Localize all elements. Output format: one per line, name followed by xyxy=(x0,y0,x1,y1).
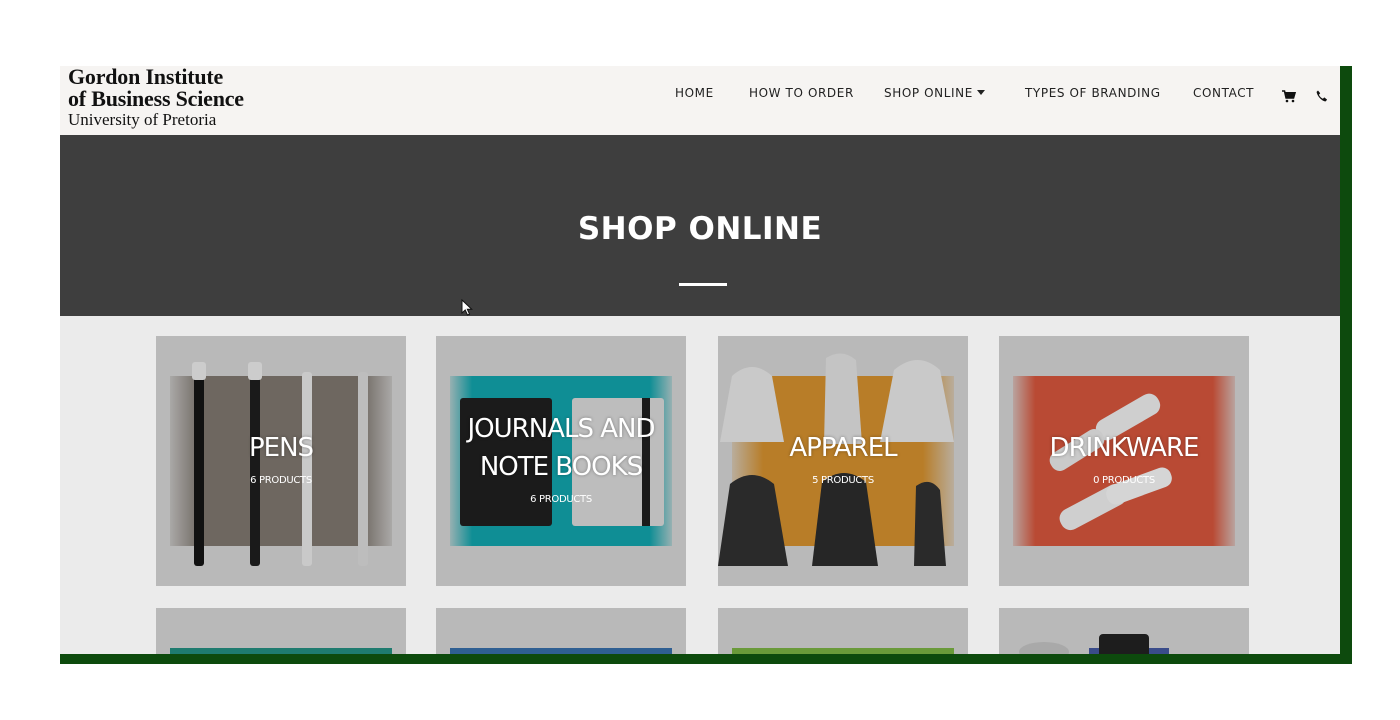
product-image-fragment xyxy=(1019,642,1069,654)
category-tile-row2-4[interactable] xyxy=(999,608,1249,654)
category-tile-row2-3[interactable] xyxy=(718,608,968,654)
category-tile-row2-2[interactable] xyxy=(436,608,686,654)
phone-icon[interactable] xyxy=(1314,88,1330,104)
window-frame-bottom xyxy=(60,654,1352,664)
category-title-line-1: JOURNALS AND xyxy=(467,414,656,444)
category-image xyxy=(170,648,392,654)
category-tile-row2-1[interactable] xyxy=(156,608,406,654)
category-image xyxy=(450,648,672,654)
title-divider xyxy=(679,283,727,286)
category-tile-pens[interactable]: PENS 6 PRODUCTS xyxy=(156,336,406,586)
mouse-pointer-icon xyxy=(461,298,473,322)
nav-contact[interactable]: CONTACT xyxy=(1193,86,1254,100)
category-title-line-2: NOTE BOOKS xyxy=(479,452,643,482)
category-product-count: 0 PRODUCTS xyxy=(1093,475,1155,486)
category-tile-journals-and-note-books[interactable]: JOURNALS AND NOTE BOOKS 6 PRODUCTS xyxy=(436,336,686,586)
shop-online-hero: SHOP ONLINE xyxy=(60,135,1340,316)
nav-shop-online-label: SHOP ONLINE xyxy=(884,86,973,100)
category-product-count: 6 PRODUCTS xyxy=(250,475,312,486)
category-tile-drinkware[interactable]: DRINKWARE 0 PRODUCTS xyxy=(999,336,1249,586)
logo-line-2: of Business Science xyxy=(68,86,244,111)
nav-home[interactable]: HOME xyxy=(675,86,714,100)
site-logo[interactable]: Gordon Institute of Business Science Uni… xyxy=(68,66,244,129)
page-title: SHOP ONLINE xyxy=(577,211,823,247)
category-tile-apparel[interactable]: APPAREL 5 PRODUCTS xyxy=(718,336,968,586)
cart-icon[interactable] xyxy=(1281,88,1297,104)
category-title: DRINKWARE xyxy=(1049,433,1200,463)
category-image xyxy=(732,648,954,654)
nav-types-of-branding[interactable]: TYPES OF BRANDING xyxy=(1025,86,1161,100)
product-image-fragment xyxy=(1099,634,1149,654)
website-viewport: Gordon Institute of Business Science Uni… xyxy=(60,66,1340,654)
category-title: PENS xyxy=(248,433,314,463)
logo-line-3: University of Pretoria xyxy=(68,110,217,129)
category-title: APPAREL xyxy=(789,433,897,463)
category-product-count: 5 PRODUCTS xyxy=(812,475,874,486)
category-product-count: 6 PRODUCTS xyxy=(530,494,592,505)
site-header: Gordon Institute of Business Science Uni… xyxy=(60,66,1340,135)
nav-how-to-order[interactable]: HOW TO ORDER xyxy=(749,86,854,100)
window-frame-right xyxy=(1340,66,1352,664)
logo-line-1: Gordon Institute xyxy=(68,66,224,89)
chevron-down-icon xyxy=(976,90,985,95)
nav-shop-online[interactable]: SHOP ONLINE xyxy=(884,86,985,100)
